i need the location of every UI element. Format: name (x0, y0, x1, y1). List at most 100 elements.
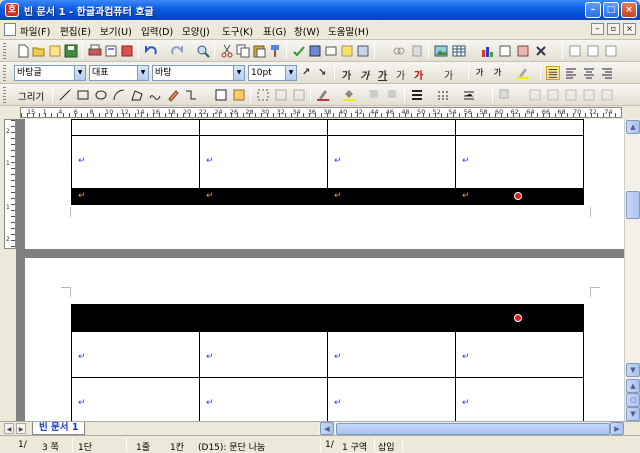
save-icon[interactable] (64, 44, 78, 58)
bring-front-icon[interactable] (498, 88, 512, 102)
pencil-icon[interactable] (166, 88, 180, 102)
table-cell[interactable]: ↵ (327, 135, 456, 189)
bookmark-icon[interactable] (410, 44, 424, 58)
table-cell[interactable] (327, 119, 456, 136)
highlight-icon[interactable] (516, 66, 530, 80)
horizontal-ruler[interactable]: 15 1 4 6 8 10 12 14 16 18 20 22 24 26 28 30 32 34 36 38 40 42… (20, 107, 622, 118)
page-2[interactable]: ↵ ↵ ↵ ↵ ↵ ↵ ↵ ↵ (25, 258, 624, 421)
table-cell[interactable] (199, 119, 328, 136)
split-window-icon[interactable] (568, 44, 582, 58)
horizontal-scroll-thumb[interactable] (336, 423, 610, 435)
font-size-combobox[interactable]: 10pt ▼ (248, 65, 297, 81)
align-left-icon[interactable] (564, 66, 578, 80)
chevron-down-icon[interactable]: ▼ (233, 66, 244, 80)
page-1[interactable]: ↵ ↵ ↵ ↵ ↵ ↵ ↵ ↵ (25, 119, 624, 249)
table-cell[interactable]: ↵ (199, 135, 328, 189)
find-icon[interactable] (196, 44, 210, 58)
ellipse-icon[interactable] (94, 88, 108, 102)
line-color-icon[interactable] (316, 88, 330, 102)
doc-restore-button[interactable]: ▫ (607, 23, 620, 35)
prev-page-button[interactable]: ▲ (626, 379, 640, 393)
template-icon[interactable] (48, 44, 62, 58)
dictionary-icon[interactable] (308, 44, 322, 58)
select-object-icon[interactable] (256, 88, 270, 102)
fill-color-icon[interactable] (342, 88, 356, 102)
close-button[interactable]: × (621, 2, 637, 18)
connector-icon[interactable] (184, 88, 198, 102)
toolbar-grip[interactable] (3, 43, 6, 59)
menu-help[interactable]: 도움말(H) (328, 24, 369, 38)
table-page-1[interactable]: ↵ ↵ ↵ ↵ ↵ ↵ ↵ ↵ (71, 119, 584, 205)
underline-button[interactable]: 가 (378, 67, 387, 82)
hwp-app-icon[interactable]: 호 (5, 3, 19, 17)
table-cell[interactable]: ↵ (71, 188, 200, 205)
table-cell[interactable] (71, 119, 200, 136)
redo-icon[interactable] (170, 44, 184, 58)
table-cell[interactable] (199, 304, 328, 332)
rectangle-icon[interactable] (76, 88, 90, 102)
insert-textbox-icon[interactable] (498, 44, 512, 58)
flip-icon[interactable] (564, 88, 578, 102)
chevron-down-icon[interactable]: ▼ (285, 66, 296, 80)
line-style-icon[interactable] (436, 88, 450, 102)
picture-draw-icon[interactable] (232, 88, 246, 102)
text-wrap-icon[interactable] (582, 88, 596, 102)
char-shape-button[interactable]: 가 (444, 67, 453, 82)
menu-view[interactable]: 보기(U) (100, 24, 132, 38)
table-cell[interactable]: ↵ (327, 331, 456, 378)
size-decrease-button[interactable]: ↘ (318, 67, 326, 78)
arrow-style-icon[interactable] (462, 88, 476, 102)
word-count-icon[interactable] (324, 44, 338, 58)
ungroup-icon[interactable] (292, 88, 306, 102)
document-icon[interactable] (4, 23, 16, 36)
hyperlink-icon[interactable] (392, 44, 406, 58)
insert-picture-icon[interactable] (434, 44, 448, 58)
table-cell[interactable] (327, 304, 456, 332)
shadow-icon[interactable] (368, 88, 382, 102)
menu-file[interactable]: 파일(F) (20, 24, 50, 38)
menu-table[interactable]: 표(G) (263, 24, 287, 38)
curve-icon[interactable] (148, 88, 162, 102)
table-cell[interactable]: ↵ (71, 377, 200, 421)
chevron-down-icon[interactable]: ▼ (74, 66, 85, 80)
undo-icon[interactable] (144, 44, 158, 58)
group-icon[interactable] (274, 88, 288, 102)
format-painter-icon[interactable] (268, 44, 282, 58)
font-color-button[interactable]: 가 (414, 67, 423, 82)
char-width-button[interactable]: 가 (494, 67, 501, 78)
spellcheck-icon[interactable] (292, 44, 306, 58)
insert-symbol-icon[interactable] (534, 44, 548, 58)
doc-minimize-button[interactable]: – (591, 23, 604, 35)
table-cell[interactable] (71, 304, 200, 332)
insert-equation-icon[interactable] (516, 44, 530, 58)
tab-next-button[interactable]: ▶ (16, 423, 26, 434)
insert-chart-icon[interactable] (480, 44, 494, 58)
bold-button[interactable]: 가 (342, 67, 351, 82)
size-increase-button[interactable]: ↗ (302, 67, 310, 78)
zoom-page-icon[interactable] (586, 44, 600, 58)
insert-table-icon[interactable] (452, 44, 466, 58)
macro-icon[interactable] (356, 44, 370, 58)
table-cell[interactable]: ↵ (327, 377, 456, 421)
page-mode-button[interactable]: ○ (626, 393, 640, 407)
char-spacing-button[interactable]: 가 (476, 67, 483, 78)
font-combobox[interactable]: 바탕 ▼ (152, 65, 245, 81)
style-combobox[interactable]: 바탕글 ▼ (14, 65, 86, 81)
new-document-icon[interactable] (16, 44, 30, 58)
chevron-down-icon[interactable]: ▼ (137, 66, 148, 80)
table-page-2[interactable]: ↵ ↵ ↵ ↵ ↵ ↵ ↵ ↵ (71, 304, 584, 421)
vertical-scrollbar[interactable]: ▲ ▼ ▲ ○ ▼ (624, 119, 640, 421)
table-cell[interactable]: ↵ (327, 188, 456, 205)
3d-icon[interactable] (386, 88, 400, 102)
memo-icon[interactable] (340, 44, 354, 58)
table-cell[interactable]: ↵ (455, 188, 584, 205)
paste-icon[interactable] (252, 44, 266, 58)
toolbar-grip[interactable] (3, 65, 6, 81)
menu-window[interactable]: 창(W) (294, 24, 320, 38)
table-cell[interactable]: ↵ (455, 135, 584, 189)
title-bar[interactable]: 호 빈 문서 1 - 한글과컴퓨터 호글 – □ × (0, 0, 640, 20)
doc-close-button[interactable]: × (623, 23, 636, 35)
object-properties-icon[interactable] (600, 88, 614, 102)
textbox-draw-icon[interactable] (214, 88, 228, 102)
arc-icon[interactable] (112, 88, 126, 102)
